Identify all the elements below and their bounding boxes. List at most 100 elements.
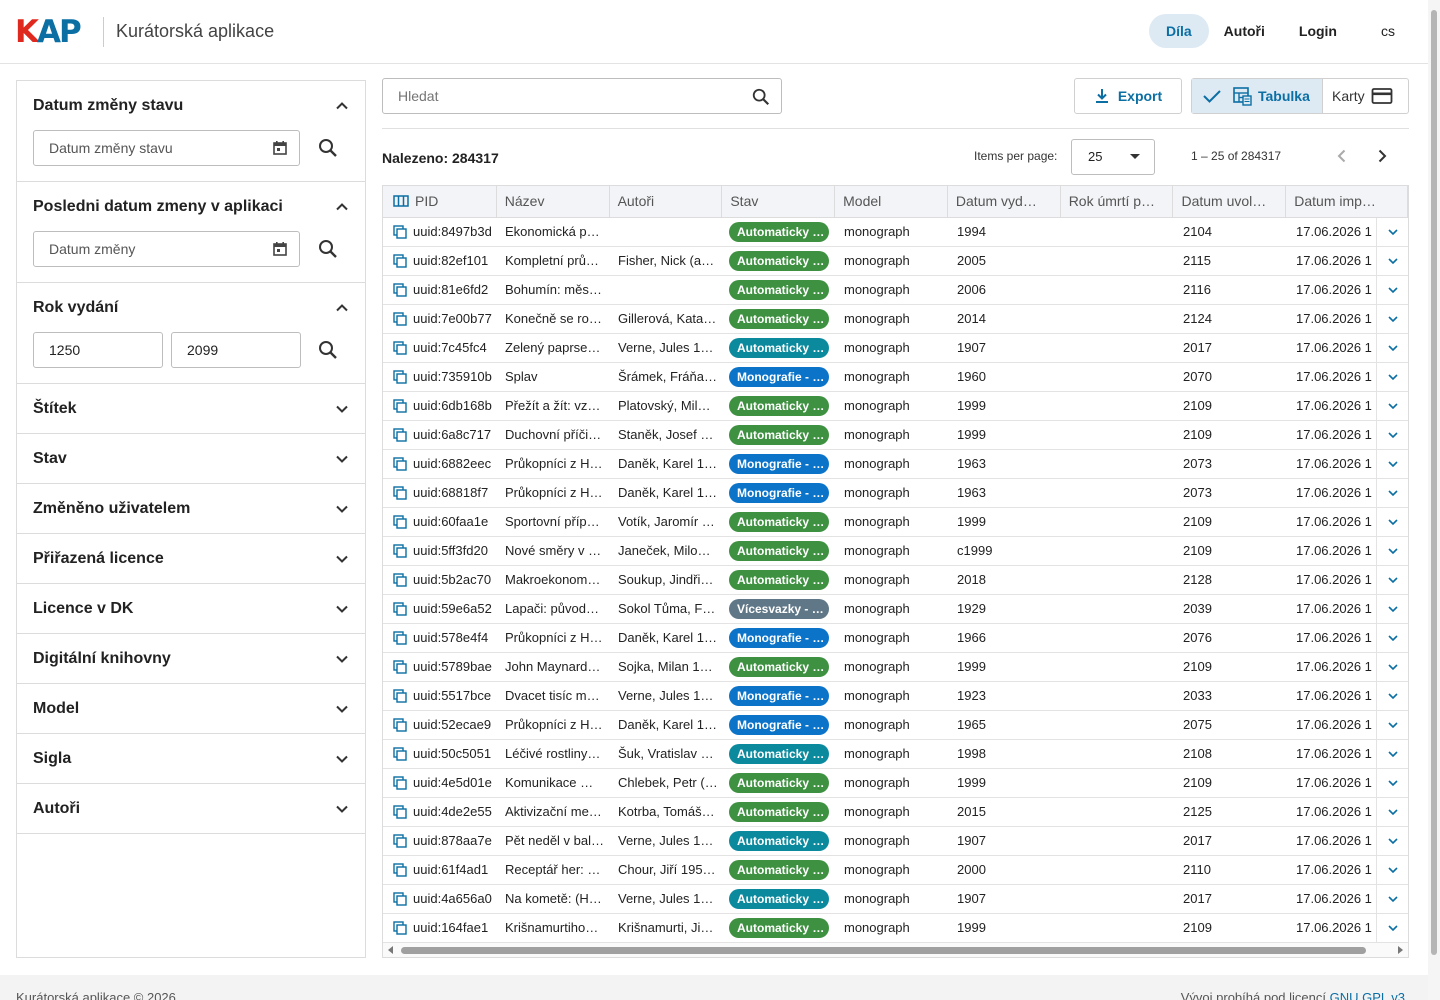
copy-icon[interactable] — [393, 863, 407, 877]
items-per-page-select[interactable]: 25 — [1071, 139, 1155, 175]
table-row[interactable]: uuid:4a656a0 Na kometě: (H… Verne, Jules 1… — [383, 885, 1408, 914]
chevron-down-icon[interactable] — [1387, 632, 1399, 644]
cell-title[interactable]: Lapači: původ… — [497, 595, 610, 623]
chevron-down-icon[interactable] — [1387, 748, 1399, 760]
table-row[interactable]: uuid:61f4ad1 Receptář her: … Chour, Jiří 1… — [383, 856, 1408, 885]
filter-year-header[interactable]: Rok vydání — [17, 283, 365, 332]
cell-title[interactable]: Receptář her: … — [497, 856, 610, 884]
chevron-down-icon[interactable] — [1387, 806, 1399, 818]
language-switch[interactable]: cs — [1366, 14, 1410, 48]
row-expand-button[interactable] — [1376, 421, 1408, 449]
export-button[interactable]: Export — [1074, 78, 1182, 114]
scrollbar-thumb[interactable] — [401, 947, 1366, 954]
nav-autori[interactable]: Autoři — [1209, 14, 1280, 48]
table-row[interactable]: uuid:59e6a52 Lapači: původ… Sokol Tůma, F…… — [383, 595, 1408, 624]
column-header[interactable]: Datum uvol… — [1173, 186, 1287, 217]
copy-icon[interactable] — [393, 225, 407, 239]
chevron-down-icon[interactable] — [1387, 429, 1399, 441]
search-icon[interactable] — [751, 87, 771, 107]
table-row[interactable]: uuid:578e4f4 Průkopníci z H… Daněk, Karel … — [383, 624, 1408, 653]
row-expand-button[interactable] — [1376, 856, 1408, 884]
cell-title[interactable]: Nové směry v … — [497, 537, 610, 565]
row-expand-button[interactable] — [1376, 914, 1408, 942]
filter-collapsed-section[interactable]: Model — [17, 684, 365, 734]
copy-icon[interactable] — [393, 573, 407, 587]
last-change-input[interactable]: Datum změny — [33, 231, 300, 267]
chevron-down-icon[interactable] — [1387, 342, 1399, 354]
copy-icon[interactable] — [393, 254, 407, 268]
filter-collapsed-section[interactable]: Stav — [17, 434, 365, 484]
chevron-down-icon[interactable] — [1387, 458, 1399, 470]
chevron-down-icon[interactable] — [1387, 545, 1399, 557]
row-expand-button[interactable] — [1376, 624, 1408, 652]
table-row[interactable]: uuid:878aa7e Pět neděl v bal… Verne, Jules… — [383, 827, 1408, 856]
copy-icon[interactable] — [393, 370, 407, 384]
table-row[interactable]: uuid:52ecae9 Průkopníci z H… Daněk, Karel … — [383, 711, 1408, 740]
filter-collapsed-section[interactable]: Přiřazená licence — [17, 534, 365, 584]
table-row[interactable]: uuid:164fae1 Krišnamurtiho… Krišnamurti, J… — [383, 914, 1408, 943]
filter-section-header[interactable]: Přiřazená licence — [17, 534, 365, 583]
chevron-down-icon[interactable] — [1387, 661, 1399, 673]
search-icon[interactable] — [317, 238, 339, 260]
table-row[interactable]: uuid:7e00b77 Konečně se ro… Gillerová, Kat… — [383, 305, 1408, 334]
cell-title[interactable]: Přežít a žít: vz… — [497, 392, 610, 420]
view-table-button[interactable]: Tabulka — [1192, 79, 1323, 113]
chevron-down-icon[interactable] — [1387, 226, 1399, 238]
cell-title[interactable]: Splav — [497, 363, 610, 391]
table-row[interactable]: uuid:735910b Splav Šrámek, Fráňa… Monografi… — [383, 363, 1408, 392]
copy-icon[interactable] — [393, 544, 407, 558]
filter-section-header[interactable]: Změněno uživatelem — [17, 484, 365, 533]
cell-title[interactable]: Kompletní prů… — [497, 247, 610, 275]
year-from-input[interactable]: 1250 — [33, 332, 163, 368]
chevron-down-icon[interactable] — [1387, 922, 1399, 934]
row-expand-button[interactable] — [1376, 450, 1408, 478]
table-row[interactable]: uuid:81e6fd2 Bohumín: měs… Automaticky … mo… — [383, 276, 1408, 305]
chevron-down-icon[interactable] — [1387, 400, 1399, 412]
row-expand-button[interactable] — [1376, 711, 1408, 739]
filter-collapsed-section[interactable]: Digitální knihovny — [17, 634, 365, 684]
table-row[interactable]: uuid:4de2e55 Aktivizační me… Kotrba, Tomáš… — [383, 798, 1408, 827]
column-header[interactable]: Datum vyd… — [948, 186, 1061, 217]
cell-title[interactable]: Makroekonom… — [497, 566, 610, 594]
row-expand-button[interactable] — [1376, 537, 1408, 565]
row-expand-button[interactable] — [1376, 595, 1408, 623]
chevron-down-icon[interactable] — [1387, 313, 1399, 325]
cell-title[interactable]: Pět neděl v bal… — [497, 827, 610, 855]
filter-last-change-header[interactable]: Posledni datum zmeny v aplikaci — [17, 182, 365, 231]
cell-title[interactable]: Průkopníci z H… — [497, 450, 610, 478]
table-row[interactable]: uuid:7c45fc4 Zelený paprse… Verne, Jules 1… — [383, 334, 1408, 363]
column-header[interactable]: PID — [383, 186, 497, 217]
calendar-icon[interactable] — [272, 241, 288, 257]
row-expand-button[interactable] — [1376, 334, 1408, 362]
table-row[interactable]: uuid:82ef101 Kompletní prů… Fisher, Nick (… — [383, 247, 1408, 276]
cell-title[interactable]: John Maynard… — [497, 653, 610, 681]
search-icon[interactable] — [317, 339, 339, 361]
cell-title[interactable]: Dvacet tisíc m… — [497, 682, 610, 710]
chevron-down-icon[interactable] — [1387, 574, 1399, 586]
column-header[interactable]: Rok úmrtí p… — [1061, 186, 1174, 217]
row-expand-button[interactable] — [1376, 740, 1408, 768]
table-row[interactable]: uuid:5517bce Dvacet tisíc m… Verne, Jules … — [383, 682, 1408, 711]
filter-collapsed-section[interactable]: Štítek — [17, 384, 365, 434]
copy-icon[interactable] — [393, 428, 407, 442]
horizontal-scrollbar[interactable] — [383, 943, 1408, 957]
chevron-down-icon[interactable] — [1387, 864, 1399, 876]
change-date-input[interactable]: Datum změny stavu — [33, 130, 300, 166]
table-row[interactable]: uuid:5ff3fd20 Nové směry v … Janeček, Milo… — [383, 537, 1408, 566]
cell-title[interactable]: Krišnamurtiho… — [497, 914, 610, 942]
cell-title[interactable]: Konečně se ro… — [497, 305, 610, 333]
filter-collapsed-section[interactable]: Autoři — [17, 784, 365, 834]
chevron-down-icon[interactable] — [1387, 255, 1399, 267]
chevron-down-icon[interactable] — [1387, 835, 1399, 847]
row-expand-button[interactable] — [1376, 247, 1408, 275]
copy-icon[interactable] — [393, 834, 407, 848]
copy-icon[interactable] — [393, 515, 407, 529]
table-row[interactable]: uuid:60faa1e Sportovní příp… Votík, Jaromí… — [383, 508, 1408, 537]
cell-title[interactable]: Bohumín: měs… — [497, 276, 610, 304]
copy-icon[interactable] — [393, 718, 407, 732]
chevron-down-icon[interactable] — [1387, 603, 1399, 615]
copy-icon[interactable] — [393, 689, 407, 703]
chevron-down-icon[interactable] — [1387, 893, 1399, 905]
chevron-down-icon[interactable] — [1387, 371, 1399, 383]
search-icon[interactable] — [317, 137, 339, 159]
